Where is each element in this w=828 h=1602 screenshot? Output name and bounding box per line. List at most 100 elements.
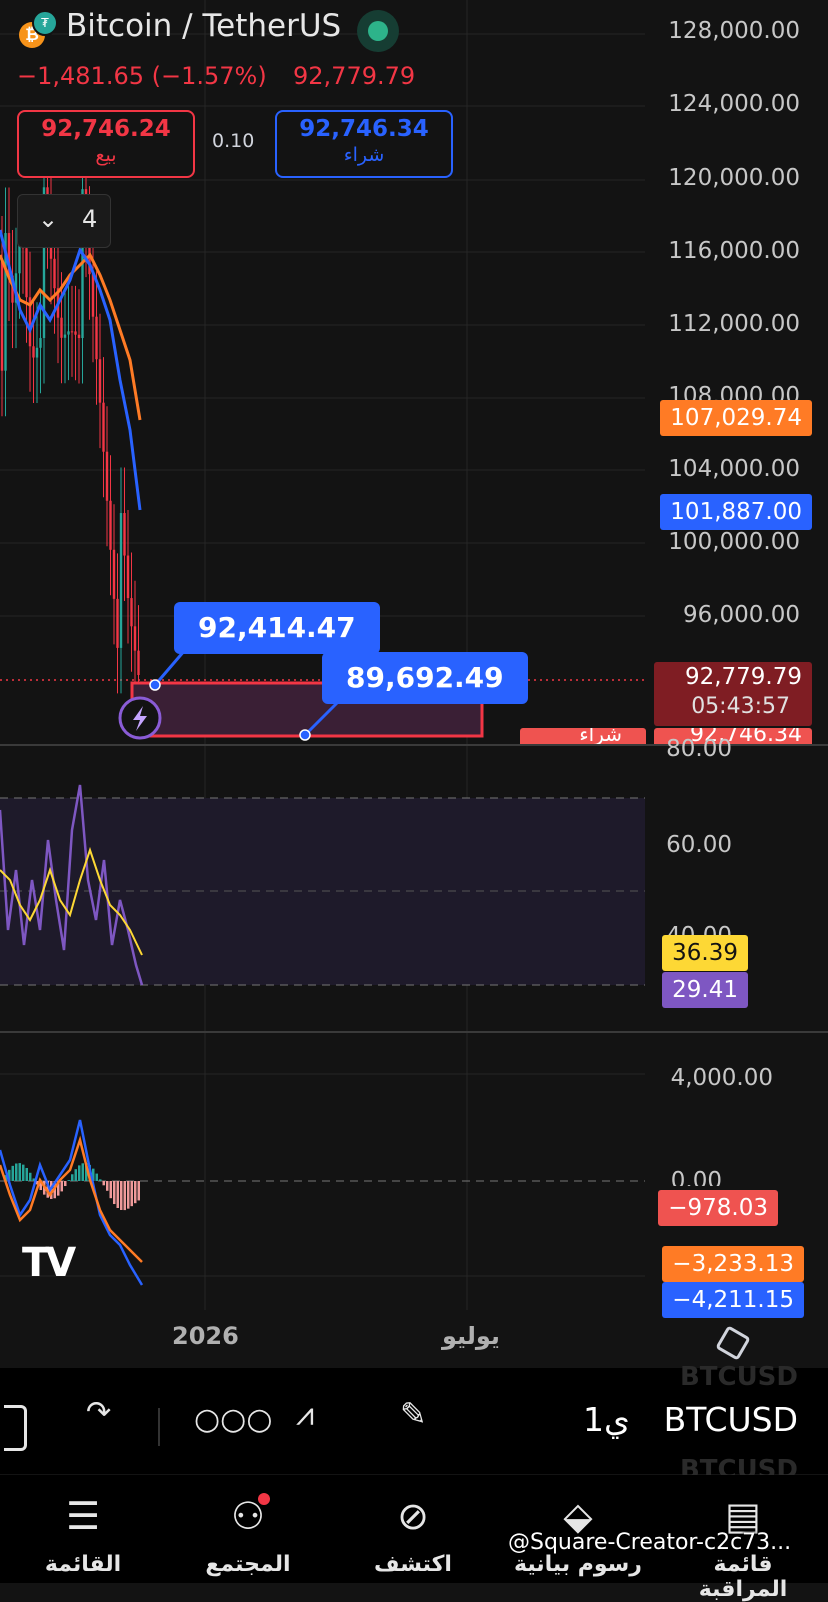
macd-hist-bar — [116, 1181, 119, 1208]
symbol-selector[interactable]: BTCUSD — [664, 1400, 798, 1439]
candle-body — [109, 500, 112, 550]
sell-label: بيع — [95, 144, 117, 166]
macd-hist-bar — [60, 1181, 63, 1192]
macd-hist-bar — [71, 1174, 74, 1181]
community-icon: ⚇ — [230, 1494, 266, 1538]
last-price-tag-value: 92,779.79 — [684, 664, 802, 690]
candle-body — [67, 331, 70, 335]
bar-countdown: 05:43:57 — [691, 694, 790, 719]
nav-label: المجتمع — [205, 1552, 291, 1577]
candle-body — [35, 347, 39, 358]
notification-dot — [258, 1493, 270, 1505]
macd-hist-bar — [74, 1169, 77, 1181]
more-icon[interactable]: ○○○ — [194, 1402, 273, 1437]
fullscreen-icon[interactable] — [4, 1405, 27, 1451]
candle-body — [130, 598, 133, 627]
price-axis-tick: 112,000.00 — [668, 311, 800, 337]
candle-body — [123, 513, 126, 556]
candle-body — [102, 402, 105, 452]
buy-label: شراء — [343, 144, 385, 166]
redo-icon[interactable]: ↷ — [86, 1395, 111, 1430]
macd-signal-tag: −3,233.13 — [662, 1246, 804, 1282]
rsi-tag: 29.41 — [662, 972, 748, 1008]
macd-hist-bar — [109, 1181, 112, 1199]
macd-hist-tag: −978.03 — [658, 1190, 778, 1226]
buy-line-label[interactable]: شراء — [520, 728, 646, 744]
macd-axis-tick: 4,000.00 — [670, 1065, 773, 1091]
interval-selector[interactable]: 1ي — [583, 1400, 630, 1439]
candle-body — [74, 331, 77, 335]
time-axis-year: 2026 — [172, 1322, 239, 1350]
candle-body — [60, 317, 63, 338]
macd-hist-bar — [134, 1181, 137, 1204]
candle-body — [105, 451, 109, 501]
macd-hist-bar — [123, 1181, 126, 1211]
candle-body — [91, 274, 95, 317]
menu-icon: ☰ — [65, 1494, 101, 1538]
macd-hist-bar — [130, 1181, 133, 1207]
candle-body — [119, 513, 123, 648]
symbol-title[interactable]: Bitcoin / TetherUS — [66, 8, 341, 44]
rsi-signal-tag: 36.39 — [662, 935, 748, 971]
macd-hist-bar — [18, 1163, 21, 1181]
candle-body — [0, 261, 4, 371]
tradingview-logo: TV — [22, 1240, 76, 1286]
chevron-down-icon: ⌄ — [38, 205, 59, 233]
macd-hist-bar — [67, 1180, 70, 1181]
macd-hist-bar — [127, 1181, 130, 1209]
candle-body — [116, 598, 119, 648]
watermark: @Square-Creator-c2c73... — [508, 1530, 792, 1555]
macd-axis-tick: 0.00 — [670, 1168, 722, 1186]
spread-value: 0.10 — [212, 130, 255, 152]
toolbar-divider — [158, 1408, 160, 1446]
candle-body — [77, 334, 81, 339]
candle-body — [133, 626, 137, 651]
candle-body — [70, 331, 74, 333]
buy-line-label-text: شراء — [579, 728, 622, 744]
macd-hist-bar — [15, 1163, 18, 1181]
pen-icon[interactable]: ✎ — [400, 1395, 427, 1433]
nav-community[interactable]: ⚇ المجتمع — [183, 1490, 313, 1577]
tether-icon: ₮ — [32, 10, 58, 36]
last-price: 92,779.79 — [293, 62, 416, 90]
drawings-icon[interactable]: ⩘ — [296, 1395, 314, 1434]
indicator-count: 4 — [82, 205, 98, 233]
macd-hist-bar — [113, 1181, 116, 1205]
price-axis-tick: 96,000.00 — [682, 602, 800, 628]
macd-hist-bar — [22, 1164, 25, 1181]
sell-button[interactable]: 92,746.24 بيع — [17, 110, 195, 178]
time-axis-month: يوليو — [442, 1322, 500, 1350]
macd-histogram — [4, 1163, 140, 1211]
macd-hist-bar — [29, 1172, 32, 1181]
candle-body — [112, 549, 116, 599]
macd-hist-bar — [102, 1181, 105, 1186]
macd-hist-bar — [81, 1163, 84, 1181]
callout-high[interactable]: 92,414.47 — [174, 602, 380, 654]
macd-hist-bar — [99, 1179, 102, 1181]
indicators-toggle[interactable]: ⌄ 4 — [17, 194, 111, 248]
ema-orange-tag: 107,029.74 — [660, 400, 812, 436]
buy-price: 92,746.34 — [299, 116, 429, 142]
nav-menu[interactable]: ☰ القائمة — [18, 1490, 148, 1577]
macd-hist-bar — [120, 1181, 123, 1210]
macd-hist-bar — [78, 1165, 81, 1181]
candle-body — [32, 346, 35, 358]
callout-low[interactable]: 89,692.49 — [322, 652, 528, 704]
candle-body — [126, 555, 130, 599]
candle-body — [98, 359, 102, 403]
price-axis-tick: 116,000.00 — [668, 238, 800, 264]
nav-label: رسوم بيانية — [514, 1552, 642, 1577]
rsi-axis-tick: 40.00 — [666, 923, 732, 935]
ema-blue-tag: 101,887.00 — [660, 494, 812, 530]
macd-hist-bar — [106, 1181, 109, 1191]
ema-blue-line — [0, 229, 142, 511]
candle-body — [53, 258, 56, 289]
nav-label: قائمة المراقبة — [698, 1552, 788, 1602]
price-axis-tick: 80.00 — [666, 736, 732, 762]
nav-discover[interactable]: ⊘ اكتشف — [348, 1490, 478, 1577]
symbol-ghost: BTCUSD — [679, 1362, 798, 1392]
buy-button[interactable]: 92,746.34 شراء — [275, 110, 453, 178]
macd-hist-bar — [64, 1181, 67, 1187]
market-status-icon[interactable] — [357, 10, 399, 52]
candle-body — [95, 316, 98, 360]
